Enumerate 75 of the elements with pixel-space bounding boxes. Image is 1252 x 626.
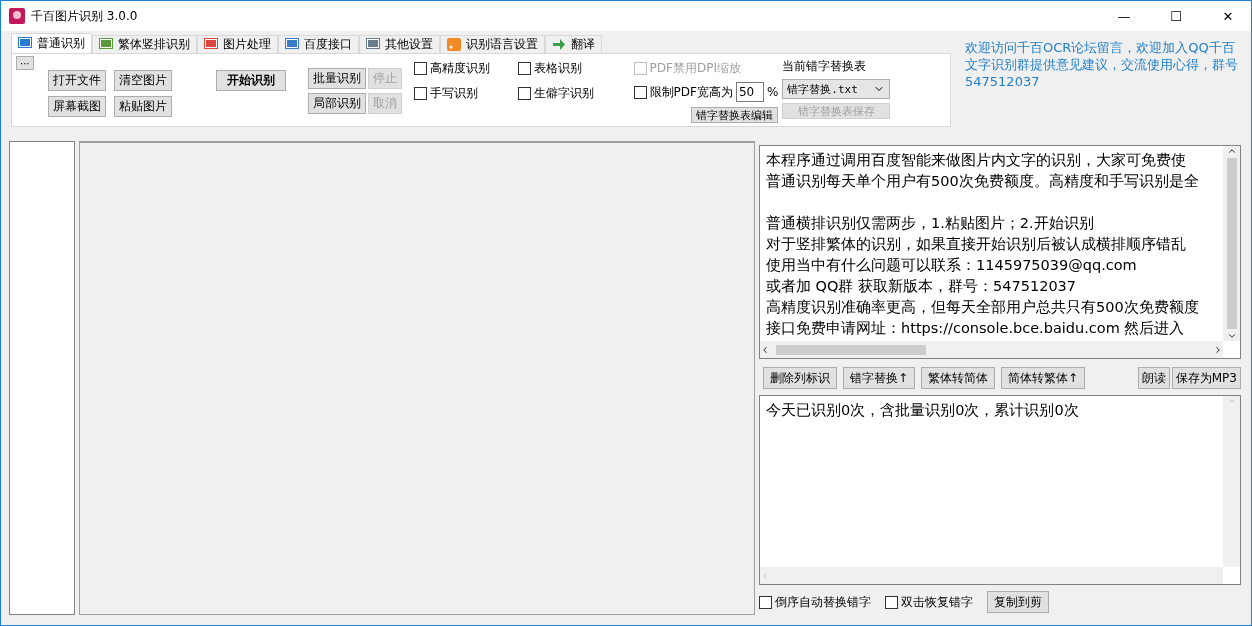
scrollbar-thumb[interactable] [1226,158,1237,329]
app-logo-icon [9,8,25,24]
result-text-box[interactable]: 今天已识别0次，含批量识别0次，累计识别0次 [759,395,1241,585]
info-line: 高精度识别准确率更高，但每天全部用户总共只有500次免费额度 [766,299,1199,315]
tab[interactable]: 识别语言设置 [440,35,545,53]
action-button[interactable]: 繁体转简体 [921,367,996,389]
monitor-icon [18,37,32,50]
tab[interactable]: 繁体竖排识别 [92,35,197,53]
checkbox-option[interactable]: 双击恢复错字 [885,593,973,611]
action-button[interactable]: 简体转繁体↑ [1001,367,1086,389]
toolbar-button[interactable]: 屏幕截图 [47,96,106,117]
info-line: 普通横排识别仅需两步，1.粘贴图片；2.开始识别 [766,215,1094,231]
checkbox-option[interactable]: 表格识别 [517,60,594,77]
notice-text: 欢迎访问千百OCR论坛留言，欢迎加入QQ千百文字识别群提供意见建议，交流使用心得，群号547512037 [965,39,1239,91]
scrollbar-thumb[interactable] [776,344,926,355]
scroll-left-icon [760,344,770,355]
checkbox [633,85,647,99]
percent-label: % [766,85,779,99]
picture-icon [99,38,113,51]
info-line: 使用当中有什么问题可以联系：1145975039@qq.com [766,257,1137,273]
info-line: 普通识别每天单个用户有500次免费额度。高精度和手写识别是全 [766,173,1199,189]
more-button[interactable]: ··· [16,56,34,70]
checkbox [517,62,531,75]
copy-button[interactable]: 复制到剪 [987,591,1049,613]
horizontal-scrollbar[interactable] [760,341,1223,358]
info-text-box[interactable] [759,145,1241,359]
scroll-up-icon [1226,146,1237,156]
vertical-scrollbar[interactable] [1223,396,1240,567]
info-line: 接口免费申请网址：https://console.bce.baidu.com 然后进入 [766,320,1185,336]
checkbox-option[interactable]: 限制PDF宽高为 [633,83,733,101]
checkbox [759,595,772,609]
toolbar-button[interactable]: 局部识别 [307,93,366,114]
speech-button[interactable]: 朗读 [1137,367,1170,389]
info-line: 本程序通过调用百度智能来做图片内文字的识别，大家可免费使 [766,152,1186,168]
pdf-size-field[interactable]: 50 [735,82,764,102]
scroll-left-icon [760,570,770,581]
info-line: 或者加 QQ群 获取新版本，群号：547512037 [766,278,1077,294]
scroll-up-icon [1226,396,1237,406]
edit-table-button[interactable]: 错字替换表编辑 [691,107,779,123]
checkbox [885,595,898,609]
checkbox-option[interactable]: 生僻字识别 [517,85,594,102]
tab[interactable]: 图片处理 [197,35,278,53]
tab[interactable]: 其他设置 [359,35,440,53]
scroll-down-icon [1226,331,1237,341]
checkbox [517,87,531,100]
start-button[interactable]: 开始识别 [215,70,286,91]
scroll-right-icon [1213,344,1223,355]
window-control[interactable]: ☐ [1153,1,1199,31]
arrow-icon [552,38,566,51]
toolbar-button[interactable]: 打开文件 [47,70,106,91]
tab[interactable]: 翻译 [545,35,602,53]
checkbox-option[interactable]: 高精度识别 [413,60,490,77]
toolbar-button[interactable]: 粘贴图片 [113,96,172,117]
tab[interactable]: 百度接口 [278,35,359,53]
action-button[interactable]: 错字替换↑ [843,367,916,389]
horizontal-scrollbar[interactable] [760,567,1223,584]
checkbox [413,62,427,75]
action-button[interactable]: 删除列标识 [763,367,837,389]
checkbox [413,87,427,100]
window-control[interactable]: — [1101,1,1147,31]
replace-table-label: 当前错字替换表 [782,58,868,75]
rss-icon [447,38,461,51]
checkbox [633,62,647,75]
window-control[interactable]: ✕ [1205,1,1251,31]
tab[interactable]: 普通识别 [11,33,92,53]
toolbar-button[interactable]: 批量识别 [307,68,366,89]
checkbox-option[interactable]: 倒序自动替换错字 [759,593,871,611]
speech-button[interactable]: 保存为MP3 [1171,367,1241,389]
vertical-scrollbar[interactable] [1223,146,1240,341]
replace-table-dropdown[interactable]: 错字替换.txt [782,79,891,99]
checkbox-option[interactable]: 手写识别 [413,85,490,102]
toolbar-button[interactable]: 清空图片 [113,70,172,91]
result-text: 今天已识别0次，含批量识别0次，累计识别0次 [766,402,1079,418]
info-line: 对于竖排繁体的识别，如果直接开始识别后被认成横排顺序错乱 [766,236,1186,252]
window-title: 千百图片识别 3.0.0 [31,7,139,25]
